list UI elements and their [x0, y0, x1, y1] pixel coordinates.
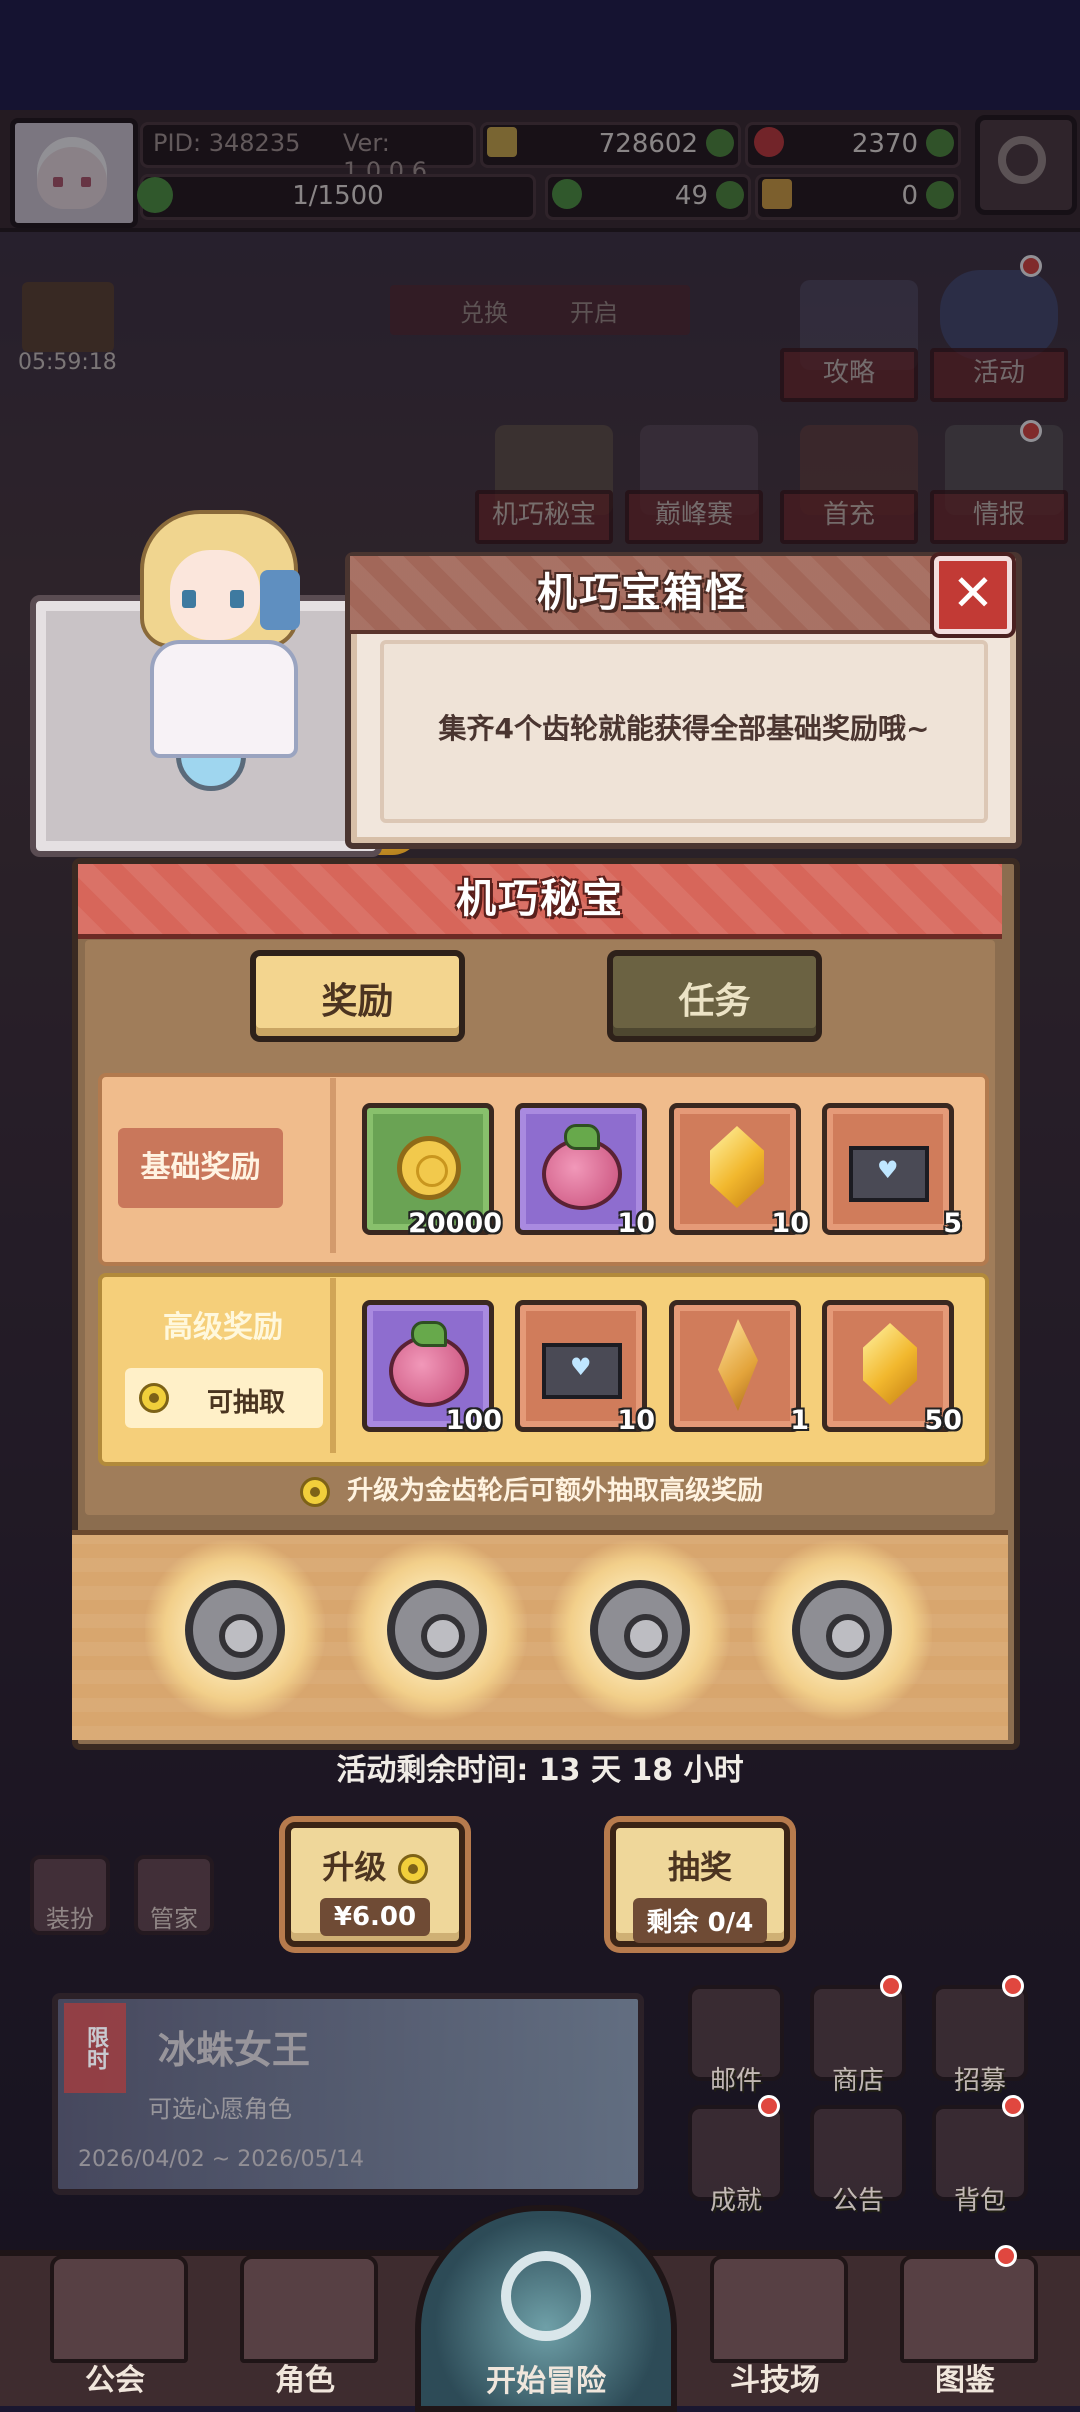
activity-remaining-time: 活动剩余时间: 13 天 18 小时	[336, 1753, 744, 1788]
nav-guild[interactable]: 公会	[30, 2255, 200, 2400]
nav-arena[interactable]: 斗技场	[690, 2255, 860, 2400]
codex-badge-icon	[995, 2245, 1017, 2267]
advanced-reward-qty-1: 100	[445, 1405, 502, 1436]
gold-gear-icon	[300, 1476, 330, 1507]
menu-shop[interactable]: 商店	[803, 2060, 913, 2097]
dialog-title-bar: 机巧宝箱怪	[350, 556, 934, 634]
basic-reward-qty-2: 10	[617, 1208, 655, 1239]
drawable-text: 可抽取	[207, 1388, 286, 1418]
butler-label: 管家	[150, 1905, 198, 1933]
menu-achievement[interactable]: 成就	[681, 2180, 791, 2217]
nav-codex[interactable]: 图鉴	[880, 2255, 1050, 2400]
achievement-badge-icon	[758, 2095, 780, 2117]
dialog-message: 集齐4个齿轮就能获得全部基础奖励哦~	[438, 712, 930, 745]
upgrade-hint-text: 升级为金齿轮后可额外抽取高级奖励	[347, 1476, 764, 1506]
close-button[interactable]: ✕	[934, 556, 1012, 634]
girl-eye-left	[182, 590, 196, 608]
gray-gear-icon	[185, 1580, 285, 1680]
gold-coin-icon	[397, 1136, 461, 1200]
event-banner[interactable]: 冰蛛女王 可选心愿角色 2026/04/02 ~ 2026/05/14	[52, 1993, 644, 2195]
bag-badge-icon	[1002, 2095, 1024, 2117]
advanced-reward-qty-4: 50	[924, 1405, 962, 1436]
tab-task[interactable]: 任务	[607, 950, 822, 1042]
nav-character-label: 角色	[275, 2363, 335, 2398]
menu-notice[interactable]: 公告	[803, 2180, 913, 2217]
nav-guild-label: 公会	[85, 2363, 145, 2398]
upgrade-label: 升级	[322, 1848, 387, 1886]
nav-codex-label: 图鉴	[935, 2363, 995, 2398]
girl-eye-right	[230, 590, 244, 608]
row-divider-2	[330, 1278, 336, 1453]
gear-slot-4	[752, 1540, 932, 1720]
menu-bag[interactable]: 背包	[925, 2180, 1035, 2217]
recruit-badge-icon	[1002, 1975, 1024, 1997]
menu-recruit[interactable]: 招募	[925, 2060, 1035, 2097]
panel-title: 机巧秘宝	[456, 876, 624, 922]
gray-gear-icon	[590, 1580, 690, 1680]
basic-reward-label: 基础奖励	[118, 1128, 283, 1208]
advanced-reward-qty-3: 1	[790, 1405, 809, 1436]
advanced-reward-label: 高级奖励	[163, 1310, 283, 1345]
crossed-swords-icon	[710, 2255, 848, 2363]
girl-dress	[150, 640, 298, 758]
basic-reward-qty-4: 5	[943, 1208, 962, 1239]
shard-icon	[718, 1319, 758, 1411]
upgrade-hint: 升级为金齿轮后可额外抽取高级奖励	[300, 1470, 800, 1510]
dress-button[interactable]: 装扮	[30, 1855, 110, 1935]
nav-adventure-label: 开始冒险	[486, 2364, 606, 2399]
gray-gear-icon	[792, 1580, 892, 1680]
menu-mail[interactable]: 邮件	[681, 2060, 791, 2097]
panel-title-bar: 机巧秘宝	[78, 864, 1002, 939]
crystal-icon	[710, 1126, 764, 1208]
nav-arena-label: 斗技场	[730, 2363, 820, 2398]
banner-subtitle: 可选心愿角色	[148, 2095, 292, 2123]
drawable-tag: 可抽取	[125, 1368, 323, 1428]
letter-icon	[849, 1146, 929, 1202]
berry-icon	[542, 1124, 622, 1210]
dress-label: 装扮	[46, 1905, 94, 1933]
upgrade-button[interactable]: 升级 ¥6.00	[285, 1822, 465, 1947]
gear-slot-2	[347, 1540, 527, 1720]
basic-reward-qty-1: 20000	[408, 1208, 502, 1239]
banner-dates: 2026/04/02 ~ 2026/05/14	[78, 2147, 365, 2172]
dialog-message-box: 集齐4个齿轮就能获得全部基础奖励哦~	[380, 640, 988, 823]
crystal-icon	[863, 1323, 917, 1405]
gear-slot-3	[550, 1540, 730, 1720]
magnifier-icon	[501, 2251, 591, 2341]
close-icon: ✕	[952, 564, 994, 622]
lottery-label: 抽奖	[667, 1848, 732, 1886]
banner-tag: 限时	[64, 2003, 126, 2093]
lottery-remaining: 剩余 0/4	[632, 1898, 768, 1943]
butler-button[interactable]: 管家	[134, 1855, 214, 1935]
basic-reward-qty-3: 10	[771, 1208, 809, 1239]
nav-character[interactable]: 角色	[220, 2255, 390, 2400]
advanced-reward-qty-2: 10	[617, 1405, 655, 1436]
gear-slot-1	[145, 1540, 325, 1720]
gray-gear-icon	[387, 1580, 487, 1680]
berry-icon	[389, 1321, 469, 1407]
lottery-button[interactable]: 抽奖 剩余 0/4	[610, 1822, 790, 1947]
tab-reward[interactable]: 奖励	[250, 950, 465, 1042]
mimic-girl-character	[110, 510, 320, 758]
row-divider	[330, 1078, 336, 1253]
upgrade-price: ¥6.00	[319, 1898, 431, 1936]
blue-bow-icon	[260, 570, 300, 630]
letter-icon	[542, 1343, 622, 1399]
character-icon	[240, 2255, 378, 2363]
gold-gear-icon	[397, 1854, 428, 1884]
banner-title: 冰蛛女王	[158, 2028, 311, 2072]
codex-icon	[900, 2255, 1038, 2363]
guild-icon	[50, 2255, 188, 2363]
gold-gear-icon	[139, 1382, 169, 1413]
shop-badge-icon	[880, 1975, 902, 1997]
dialog-title: 机巧宝箱怪	[537, 570, 747, 616]
